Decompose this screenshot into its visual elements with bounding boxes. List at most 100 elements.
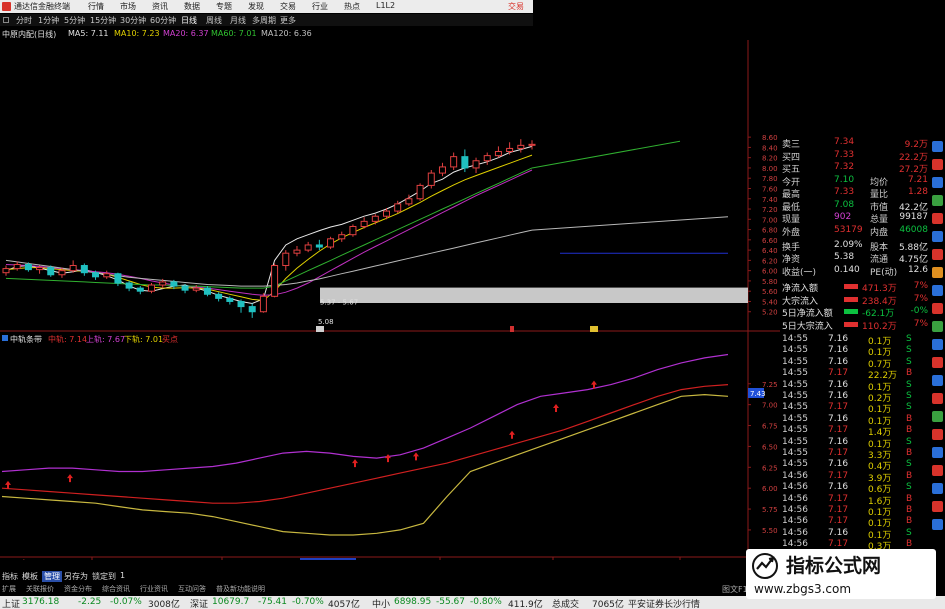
tab-general-news[interactable]: 综合资讯	[102, 584, 130, 594]
side-icon-17[interactable]	[932, 429, 943, 440]
menu-item-hot[interactable]: 热点	[344, 1, 360, 12]
tab-related-quote[interactable]: 关联报价	[26, 584, 54, 594]
quote-row: 最高 7.33 量比 1.28	[782, 187, 930, 200]
side-icon-19[interactable]	[932, 465, 943, 476]
tick-row: 14:55 7.16 0.1万 S	[782, 345, 930, 358]
quote-label2: 流通	[870, 255, 889, 265]
side-icon-5[interactable]	[932, 213, 943, 224]
tab-extend[interactable]: 扩展	[2, 584, 16, 594]
menu-item-topics[interactable]: 专题	[216, 1, 232, 12]
side-icon-11[interactable]	[932, 321, 943, 332]
indicator-item-label: 上轨: 7.67	[86, 334, 125, 344]
tick-time: 14:55	[782, 368, 808, 379]
side-icon-10[interactable]	[932, 303, 943, 314]
side-icon-13[interactable]	[932, 357, 943, 368]
tick-direction: S	[906, 402, 912, 413]
side-icon-22[interactable]	[932, 519, 943, 530]
tick-direction: S	[906, 391, 912, 401]
tick-time: 14:55	[782, 334, 808, 344]
side-icon-1[interactable]	[932, 141, 943, 152]
candle-body	[427, 172, 435, 186]
menu-item-l1l2[interactable]: L1L2	[376, 1, 395, 10]
tab-period-5m[interactable]: 5分钟	[64, 15, 85, 26]
menu-item-industry[interactable]: 行业	[312, 1, 328, 12]
side-icon-16[interactable]	[932, 411, 943, 422]
side-icon-2[interactable]	[932, 159, 943, 170]
menu-item-news[interactable]: 资讯	[152, 1, 168, 12]
flow-label: 5日大宗流入	[782, 321, 833, 332]
tab-qa[interactable]: 互动问答	[178, 584, 206, 594]
y-tick-label: 6.25	[762, 464, 778, 472]
quote-value: 7.32	[834, 162, 855, 172]
watermark-title: 指标公式网	[786, 555, 882, 577]
tab-save-as[interactable]: 另存为	[64, 571, 88, 582]
layout-icon[interactable]	[3, 17, 9, 23]
side-icon-4[interactable]	[932, 195, 943, 206]
tab-number[interactable]: 1	[120, 571, 125, 580]
tab-period-monthly[interactable]: 月线	[230, 15, 246, 26]
y-tick-label: 7.80	[762, 175, 778, 183]
quote-value: 53179	[834, 224, 863, 235]
tab-fund-dist[interactable]: 资金分布	[64, 584, 92, 594]
tab-period-30m[interactable]: 30分钟	[120, 15, 146, 26]
ma120-extension	[531, 216, 729, 231]
quote-label2: 市值	[870, 202, 889, 213]
y-tick-label: 5.75	[762, 506, 778, 514]
quote-row: 买四 7.33 22.2万	[782, 150, 930, 163]
stock-chart[interactable]: 8.60 8.40 8.20 8.00 7.80 7.60 7.40 7.20 7.00 6.80…	[0, 40, 780, 560]
tab-template[interactable]: 模板	[22, 571, 38, 582]
flow-value: -62.1万	[862, 309, 895, 319]
side-icon-14[interactable]	[932, 375, 943, 386]
tab-lock-to[interactable]: 锁定到	[92, 571, 116, 582]
tab-period-more[interactable]: 更多	[280, 15, 296, 26]
candle-body	[203, 287, 211, 295]
side-icon-3[interactable]	[932, 177, 943, 188]
trade-link[interactable]: 交易	[508, 1, 524, 12]
tab-period-15m[interactable]: 15分钟	[90, 15, 116, 26]
quote-label2: PE(动)	[870, 267, 898, 278]
side-icon-8[interactable]	[932, 267, 943, 278]
tab-indicator[interactable]: 指标	[2, 571, 18, 582]
sh-label: 上证	[2, 600, 21, 609]
tick-row: 14:55 7.17 22.2万 B	[782, 368, 930, 381]
tab-period-multi[interactable]: 多周期	[252, 15, 276, 26]
menu-item-discover[interactable]: 发现	[248, 1, 264, 12]
menu-item-trade[interactable]: 交易	[280, 1, 296, 12]
tick-time: 14:55	[782, 379, 808, 390]
tick-direction: B	[906, 413, 913, 424]
tick-row: 14:55 7.16 0.7万 S	[782, 357, 930, 370]
quote-value: 7.34	[834, 137, 855, 147]
watermark-logo-icon	[752, 553, 778, 579]
candle-body	[483, 155, 491, 162]
side-icon-9[interactable]	[932, 285, 943, 296]
candle-body	[405, 198, 413, 205]
side-icon-15[interactable]	[932, 393, 943, 404]
tick-price: 7.16	[828, 459, 849, 470]
tab-period-weekly[interactable]: 周线	[206, 15, 222, 26]
side-icon-7[interactable]	[932, 249, 943, 260]
menu-item-quotes[interactable]: 行情	[88, 1, 104, 12]
candle-body	[248, 306, 256, 313]
side-icon-21[interactable]	[932, 501, 943, 512]
tab-period-1m[interactable]: 1分钟	[38, 15, 59, 26]
side-icon-6[interactable]	[932, 231, 943, 242]
tab-new-feature[interactable]: 普及新功能说明	[216, 584, 265, 594]
tick-row: 14:56 7.16 0.6万 S	[782, 482, 930, 495]
buy-arrow-icon	[413, 452, 419, 461]
menu-item-data[interactable]: 数据	[184, 1, 200, 12]
side-icon-20[interactable]	[932, 483, 943, 494]
y-tick-label: 7.60	[762, 185, 778, 193]
marker-red	[510, 326, 514, 332]
tab-period-intraday[interactable]: 分时	[16, 15, 32, 26]
buy-arrow-icon	[5, 480, 11, 489]
side-icon-12[interactable]	[932, 339, 943, 350]
tab-industry-news[interactable]: 行业资讯	[140, 584, 168, 594]
menu-item-market[interactable]: 市场	[120, 1, 136, 12]
flow-bar	[844, 309, 858, 314]
tab-manage[interactable]: 管理	[42, 571, 62, 582]
quote-extra: 27.2万	[898, 165, 928, 175]
tab-period-daily[interactable]: 日线	[181, 15, 197, 26]
tab-period-60m[interactable]: 60分钟	[150, 15, 176, 26]
side-icon-18[interactable]	[932, 447, 943, 458]
y-tick-label: 7.00	[762, 216, 778, 224]
